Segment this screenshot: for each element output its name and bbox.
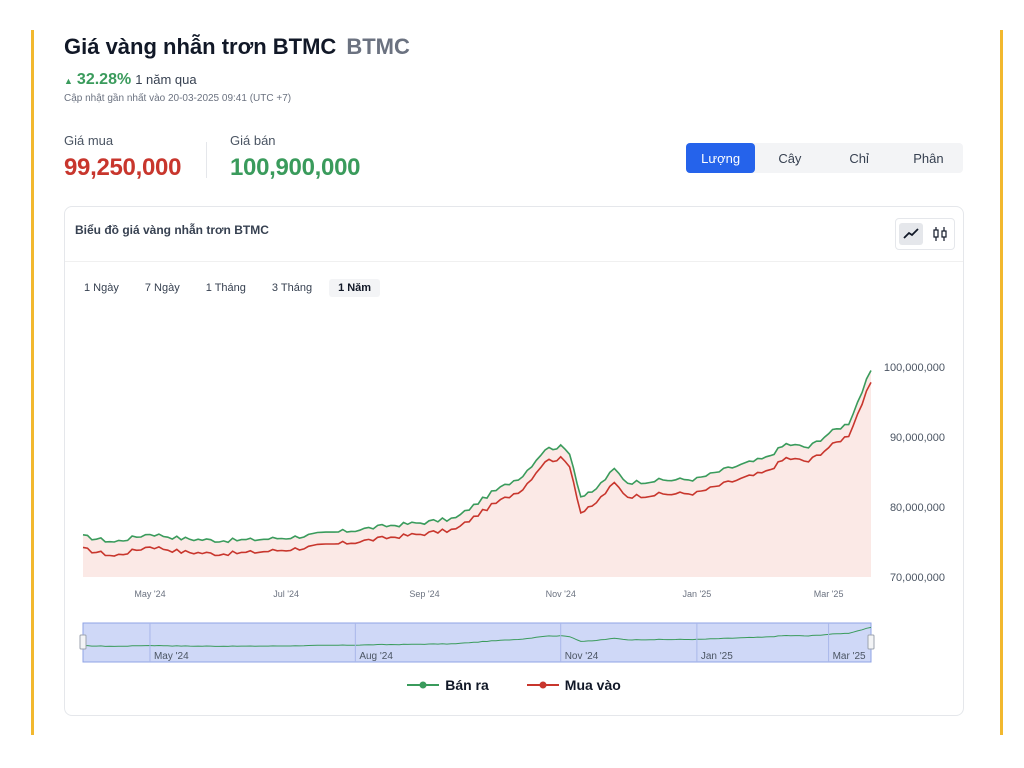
- y-tick-label: 80,000,000: [890, 502, 945, 514]
- navigator-tick-label: May '24: [154, 651, 189, 662]
- change-period: 1 năm qua: [135, 72, 197, 87]
- change-row: ▲ 32.28% 1 năm qua: [64, 71, 197, 89]
- legend-item-sell[interactable]: Bán ra: [407, 677, 489, 693]
- navigator-tick-label: Jan '25: [701, 651, 733, 662]
- unit-tab-luong[interactable]: Lượng: [686, 143, 756, 173]
- navigator-tick-label: Aug '24: [359, 651, 393, 662]
- navigator-handle-right[interactable]: [867, 634, 875, 650]
- buy-price-label: Giá mua: [64, 133, 114, 148]
- chart-legend: Bán ra Mua vào: [65, 677, 963, 693]
- price-area: [83, 370, 871, 577]
- navigator-tick-label: Mar '25: [833, 651, 866, 662]
- page-title: Giá vàng nhẫn trơn BTMC: [64, 34, 337, 59]
- x-axis: May '24 Jul '24 Sep '24 Nov '24 Jan '25 Mar '…: [134, 589, 843, 599]
- sell-price-value: 100,900,000: [230, 154, 361, 181]
- legend-sell-label: Bán ra: [445, 677, 489, 693]
- x-tick-label: Sep '24: [409, 589, 439, 599]
- updated-timestamp: Cập nhật gần nhất vào 20-03-2025 09:41 (…: [64, 93, 292, 104]
- unit-tab-phan[interactable]: Phân: [894, 143, 963, 173]
- up-arrow-icon: ▲: [64, 76, 73, 86]
- legend-buy-marker: [526, 681, 559, 689]
- x-tick-label: May '24: [134, 589, 165, 599]
- y-axis: 70,000,000 80,000,000 90,000,000 100,000,00…: [884, 362, 945, 584]
- sell-price-block: Giá bán 100,900,000: [230, 133, 360, 182]
- left-accent-rail: [31, 30, 34, 735]
- y-tick-label: 70,000,000: [890, 572, 945, 584]
- x-tick-label: Mar '25: [814, 589, 844, 599]
- sell-price-label: Giá bán: [230, 133, 276, 148]
- y-tick-label: 100,000,000: [884, 362, 945, 374]
- change-percent: 32.28%: [76, 71, 132, 88]
- unit-tab-cay[interactable]: Cây: [755, 143, 824, 173]
- buy-price-value: 99,250,000: [64, 154, 182, 181]
- legend-item-buy[interactable]: Mua vào: [526, 677, 621, 693]
- navigator-tick-label: Nov '24: [565, 651, 599, 662]
- chart-card: Biểu đồ giá vàng nhẫn trơn BTMC 1 Ngày 7…: [64, 206, 964, 716]
- legend-sell-marker: [407, 681, 440, 689]
- navigator-handle-left[interactable]: [79, 634, 87, 650]
- buy-price-block: Giá mua 99,250,000: [64, 133, 181, 182]
- main-plot: [82, 370, 872, 577]
- symbol-code: BTMC: [346, 34, 410, 59]
- right-accent-rail: [1000, 30, 1003, 735]
- unit-tabs: Lượng Cây Chỉ Phân: [686, 143, 963, 173]
- title-row: Giá vàng nhẫn trơn BTMC BTMC: [64, 34, 410, 60]
- legend-buy-label: Mua vào: [564, 677, 621, 693]
- y-tick-label: 90,000,000: [890, 432, 945, 444]
- x-tick-label: Jul '24: [273, 589, 299, 599]
- unit-tab-chi[interactable]: Chỉ: [825, 143, 894, 173]
- x-tick-label: Nov '24: [546, 589, 576, 599]
- range-navigator[interactable]: May '24 Aug '24 Nov '24 Jan '25 Mar '25: [79, 622, 875, 663]
- price-chart: May '24 Jul '24 Sep '24 Nov '24 Jan '25 Mar '…: [79, 362, 945, 663]
- x-tick-label: Jan '25: [683, 589, 712, 599]
- price-divider: [206, 142, 207, 178]
